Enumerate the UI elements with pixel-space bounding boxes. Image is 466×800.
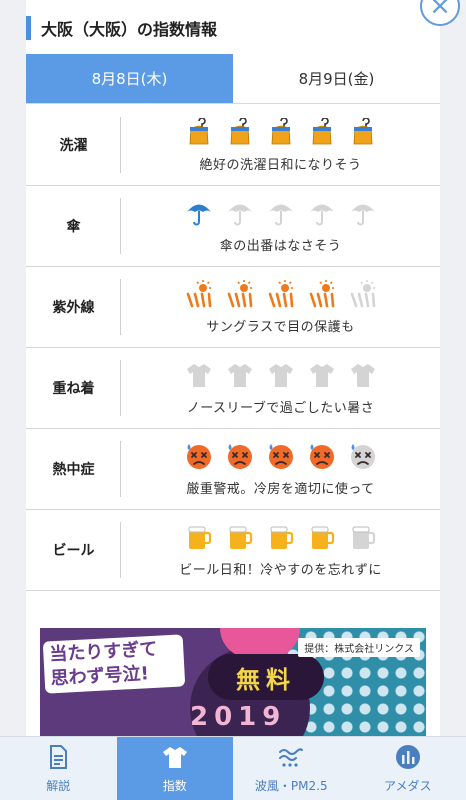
index-card: 大阪（大阪）の指数情報 8月8日(木) 8月9日(金) 洗濯絶好の洗濯日和になり… [26, 0, 440, 740]
clothing-icon [226, 361, 254, 389]
date-tabs: 8月8日(木) 8月9日(金) [26, 54, 440, 104]
nav-item-shirt[interactable]: 指数 [116, 737, 233, 800]
index-row-description: ノースリーブで過ごしたい暑さ [186, 401, 375, 416]
index-row: ビールビール日和！冷やすのを忘れずに [26, 510, 440, 591]
index-row: 洗濯絶好の洗濯日和になりそう [26, 105, 440, 186]
uv-icon [185, 280, 213, 308]
umbrella-icon [185, 199, 213, 227]
shirt-icon [162, 744, 188, 777]
index-level-icons [185, 117, 377, 147]
nav-item-label: 指数 [162, 778, 187, 793]
ad-free-badge: 無料 [208, 654, 324, 700]
nav-item-amedas[interactable]: アメダス [350, 737, 466, 800]
uv-icon [267, 280, 295, 308]
nav-item-label: アメダス [384, 778, 432, 793]
index-list: 洗濯絶好の洗濯日和になりそう傘傘の出番はなさそう紫外線サングラスで目の保護も重ね… [26, 105, 440, 591]
index-row-label: 紫外線 [26, 267, 121, 347]
beer-icon [267, 523, 295, 551]
index-row: 紫外線サングラスで目の保護も [26, 267, 440, 348]
clothing-icon [349, 361, 377, 389]
beer-icon [226, 523, 254, 551]
ad-sponsor-label: 提供：株式会社リンクス [298, 638, 420, 657]
laundry-icon [185, 118, 213, 146]
index-level-icons [185, 198, 377, 228]
page-title: 大阪（大阪）の指数情報 [41, 20, 218, 39]
tab-day-2[interactable]: 8月9日(金) [233, 54, 440, 103]
uv-icon [308, 280, 336, 308]
nav-item-label: 波風・PM2.5 [254, 778, 328, 793]
laundry-icon [308, 118, 336, 146]
beer-icon [349, 523, 377, 551]
clothing-icon [185, 361, 213, 389]
index-level-icons [185, 522, 377, 552]
index-row: 重ね着ノースリーブで過ごしたい暑さ [26, 348, 440, 429]
laundry-icon [226, 118, 254, 146]
index-row-label: ビール [26, 510, 121, 590]
index-row-label: 傘 [26, 186, 121, 266]
ad-catchphrase: 当たりすぎて 思わず号泣! [42, 634, 186, 694]
heatstroke-face-icon [226, 442, 254, 470]
index-level-icons [185, 279, 377, 309]
umbrella-icon [349, 199, 377, 227]
ad-year: 2019 [190, 702, 287, 732]
index-row-label: 洗濯 [26, 105, 121, 185]
nav-item-label: 解説 [46, 778, 71, 793]
page-header: 大阪（大阪）の指数情報 [26, 14, 217, 42]
clothing-icon [267, 361, 295, 389]
index-row: 熱中症厳重警戒。冷房を適切に使って [26, 429, 440, 510]
uv-icon [349, 280, 377, 308]
heatstroke-face-icon [185, 442, 213, 470]
umbrella-icon [226, 199, 254, 227]
beer-icon [185, 523, 213, 551]
heatstroke-face-icon [267, 442, 295, 470]
index-row-description: 絶好の洗濯日和になりそう [199, 158, 362, 173]
laundry-icon [267, 118, 295, 146]
index-level-icons [185, 360, 377, 390]
advertisement-banner[interactable]: 当たりすぎて 思わず号泣! 無料 2019 提供：株式会社リンクス [40, 628, 426, 740]
document-icon [45, 744, 71, 777]
index-row-description: サングラスで目の保護も [206, 320, 355, 335]
laundry-icon [349, 118, 377, 146]
index-row-description: ビール日和！冷やすのを忘れずに [179, 563, 382, 578]
umbrella-icon [308, 199, 336, 227]
clothing-icon [308, 361, 336, 389]
index-row-label: 重ね着 [26, 348, 121, 428]
heatstroke-face-icon [308, 442, 336, 470]
tab-day-1[interactable]: 8月8日(木) [26, 54, 233, 103]
header-accent-bar [26, 16, 31, 40]
index-row-description: 傘の出番はなさそう [219, 239, 342, 254]
uv-icon [226, 280, 254, 308]
nav-item-wave[interactable]: 波風・PM2.5 [233, 737, 350, 800]
heatstroke-face-icon [349, 442, 377, 470]
wave-icon [278, 744, 304, 777]
amedas-icon [395, 744, 421, 777]
index-row-description: 厳重警戒。冷房を適切に使って [186, 482, 375, 497]
beer-icon [308, 523, 336, 551]
index-row-label: 熱中症 [26, 429, 121, 509]
bottom-nav: 解説 指数 波風・PM2.5 アメダス [0, 736, 466, 800]
nav-item-document[interactable]: 解説 [0, 737, 117, 800]
umbrella-icon [267, 199, 295, 227]
index-row: 傘傘の出番はなさそう [26, 186, 440, 267]
index-level-icons [185, 441, 377, 471]
